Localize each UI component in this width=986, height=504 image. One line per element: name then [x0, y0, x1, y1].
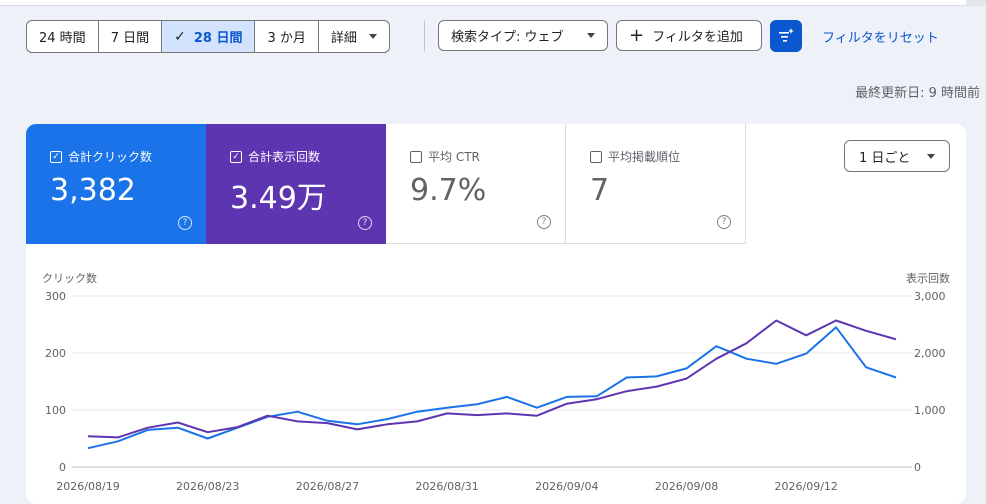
metric-total-impressions[interactable]: ✓ 合計表示回数 3.49万 ? — [206, 124, 386, 244]
search-type-label: 検索タイプ: ウェブ — [451, 30, 564, 45]
performance-card: ✓ 合計クリック数 3,382 ? ✓ 合計表示回数 3.49万 ? 平均 CT… — [26, 124, 966, 504]
y2-tick-label: 2,000 — [914, 347, 946, 360]
metric-label: 合計クリック数 — [68, 150, 153, 164]
metric-label-row: ✓ 合計クリック数 — [50, 148, 206, 165]
checkbox-checked-icon[interactable]: ✓ — [230, 150, 242, 163]
chevron-down-icon — [927, 153, 935, 159]
help-icon[interactable]: ? — [358, 216, 372, 230]
date-range-details[interactable]: 詳細 — [319, 21, 389, 52]
help-icon[interactable]: ? — [178, 216, 192, 230]
x-tick-label: 2026/09/12 — [775, 480, 838, 493]
reset-filters-link[interactable]: フィルタをリセット — [822, 27, 939, 46]
x-tick-label: 2026/08/19 — [56, 480, 119, 493]
metric-value: 3,382 — [50, 173, 136, 208]
date-range-details-label: 詳細 — [330, 31, 357, 46]
last-updated-text: 最終更新日: 9 時間前 — [855, 86, 980, 101]
filter-sparkle-icon — [779, 28, 794, 42]
y-tick-label: 200 — [45, 347, 66, 360]
metric-value: 9.7% — [410, 173, 487, 208]
check-icon: ✓ — [174, 28, 186, 45]
date-range-7d[interactable]: 7 日間 — [99, 21, 163, 52]
y2-tick-label: 1,000 — [914, 404, 946, 417]
x-tick-label: 2026/08/31 — [415, 480, 478, 493]
x-tick-label: 2026/09/08 — [655, 480, 718, 493]
date-range-24h-label: 24 時間 — [39, 31, 86, 46]
x-tick-label: 2026/08/27 — [296, 480, 359, 493]
add-filter-label: フィルタを追加 — [652, 30, 743, 45]
series-line-impressions — [87, 319, 897, 439]
help-icon[interactable]: ? — [537, 215, 551, 229]
metric-average-ctr[interactable]: 平均 CTR 9.7% ? — [386, 124, 566, 244]
date-range-selector: 24 時間 7 日間 ✓ 28 日間 3 か月 詳細 — [26, 20, 390, 53]
help-icon[interactable]: ? — [717, 215, 731, 229]
top-strip-inner — [0, 0, 966, 6]
metric-average-position[interactable]: 平均掲載順位 7 ? — [566, 124, 746, 244]
checkbox-unchecked-icon[interactable] — [410, 150, 422, 163]
y-tick-label: 300 — [45, 290, 66, 303]
y-tick-label: 0 — [59, 461, 66, 474]
metric-label: 平均掲載順位 — [608, 150, 681, 164]
period-label: 1 日ごと — [859, 150, 911, 166]
y-tick-label: 100 — [45, 404, 66, 417]
metric-label-row: ✓ 合計表示回数 — [230, 148, 386, 165]
add-filter-button[interactable]: + フィルタを追加 — [616, 20, 762, 51]
date-range-3m[interactable]: 3 か月 — [255, 21, 319, 52]
date-range-7d-label: 7 日間 — [110, 31, 150, 46]
filter-divider — [424, 20, 425, 52]
chevron-down-icon — [368, 34, 377, 39]
y2-tick-label: 3,000 — [914, 290, 946, 303]
metric-label: 平均 CTR — [428, 150, 480, 164]
y2-tick-label: 0 — [914, 461, 921, 474]
metric-value: 3.49万 — [230, 181, 327, 216]
metric-label: 合計表示回数 — [248, 150, 321, 164]
metric-value: 7 — [590, 173, 610, 208]
date-range-24h[interactable]: 24 時間 — [27, 21, 99, 52]
period-dropdown[interactable]: 1 日ごと — [844, 140, 950, 172]
x-tick-label: 2026/09/04 — [535, 480, 598, 493]
search-type-dropdown[interactable]: 検索タイプ: ウェブ — [438, 20, 608, 51]
checkbox-unchecked-icon[interactable] — [590, 150, 602, 163]
date-range-3m-label: 3 か月 — [267, 31, 306, 46]
metric-label-row: 平均 CTR — [410, 148, 565, 165]
filter-suggest-button[interactable] — [770, 20, 802, 52]
x-tick-label: 2026/08/23 — [176, 480, 239, 493]
date-range-28d[interactable]: ✓ 28 日間 — [162, 21, 256, 52]
series-line-clicks — [87, 326, 897, 450]
checkbox-checked-icon[interactable]: ✓ — [50, 150, 62, 163]
metric-label-row: 平均掲載順位 — [590, 148, 745, 165]
chevron-down-icon — [587, 33, 595, 38]
plus-icon: + — [629, 25, 645, 46]
date-range-28d-label: 28 日間 — [193, 31, 243, 46]
metric-total-clicks[interactable]: ✓ 合計クリック数 3,382 ? — [26, 124, 206, 244]
performance-chart: 0 100 200 300 0 1,000 2,000 3,000 2026/08/19 2026… — [45, 290, 946, 493]
top-strip — [0, 0, 986, 6]
